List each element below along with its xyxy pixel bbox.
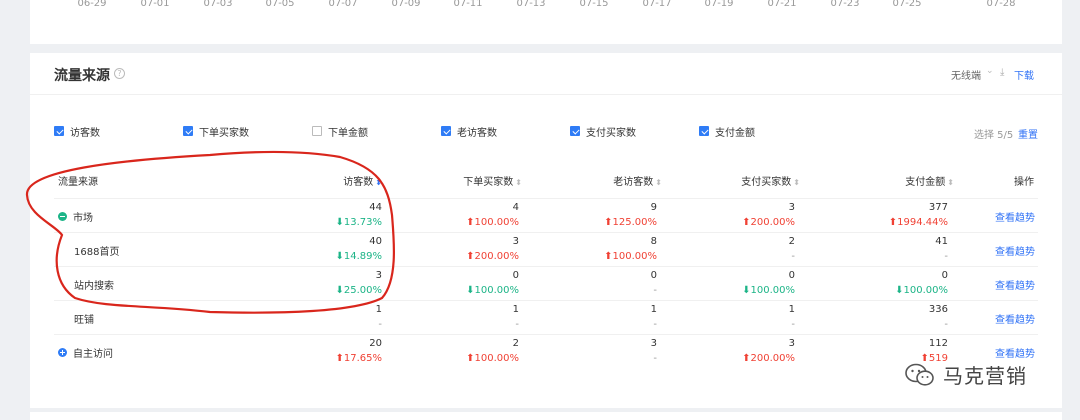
watermark: 马克营销: [905, 360, 1027, 389]
annotation-circle: [25, 150, 396, 314]
red-annotation-path: [25, 150, 396, 314]
wechat-icon: [905, 363, 934, 386]
watermark-text: 马克营销: [943, 364, 1027, 388]
